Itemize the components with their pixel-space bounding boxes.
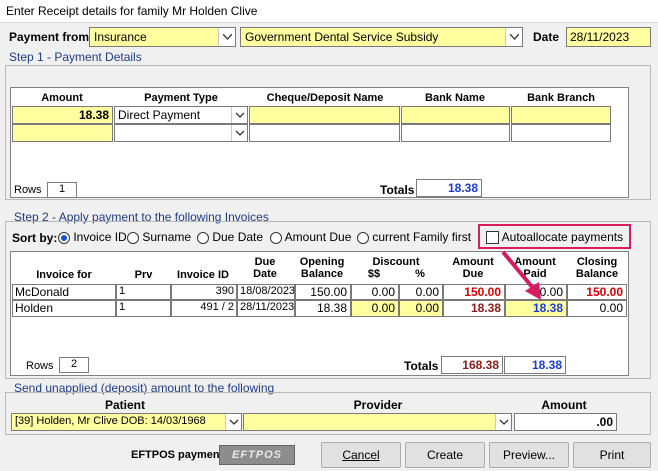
provider-select[interactable]: [243, 413, 512, 431]
closing-cell: 150.00: [567, 284, 627, 300]
payer-value: Government Dental Service Subsidy: [245, 30, 439, 44]
total-amount-due: 168.38: [441, 356, 503, 374]
col-discount: Discount: [372, 256, 420, 268]
cheque-name-cell[interactable]: [249, 106, 400, 124]
col-invoice-for: Invoice for: [36, 269, 92, 281]
step1-total: 18.38: [416, 179, 482, 197]
opening-cell: 18.38: [295, 300, 351, 317]
payment-type-value: Direct Payment: [118, 108, 201, 122]
col-bank-name: Bank Name: [425, 92, 485, 104]
pointer-arrow-icon: [501, 250, 541, 300]
cheque-name-cell[interactable]: [249, 124, 400, 142]
rows-label: Rows: [26, 360, 54, 372]
payment-type-select[interactable]: [114, 124, 248, 142]
date-label: Date: [533, 30, 560, 44]
cancel-button[interactable]: Cancel: [321, 442, 401, 468]
receipt-dialog: Payment from Insurance Government Dental…: [0, 22, 658, 471]
date-field[interactable]: 28/11/2023: [566, 27, 651, 47]
chevron-down-icon[interactable]: [231, 107, 247, 123]
chevron-down-icon[interactable]: [231, 125, 247, 141]
invoice-for-cell: Holden: [12, 300, 116, 317]
patient-value: [39] Holden, Mr Clive DOB: 14/03/1968: [15, 415, 206, 427]
preview-button[interactable]: Preview...: [489, 442, 569, 468]
autoallocate-checkbox[interactable]: Autoallocate payments: [486, 230, 623, 245]
amount-cell[interactable]: 18.38: [12, 106, 113, 124]
invoice-for-cell: McDonald: [12, 284, 116, 300]
discount-dollars-cell[interactable]: 0.00: [351, 300, 399, 317]
deposit-amount-field[interactable]: .00: [514, 413, 617, 431]
opening-cell: 150.00: [295, 284, 351, 300]
closing-cell: 0.00: [567, 300, 627, 317]
print-button[interactable]: Print: [573, 442, 651, 468]
sort-by-label: Sort by:: [12, 231, 58, 245]
create-button[interactable]: Create: [405, 442, 485, 468]
sort-option-amount-due[interactable]: Amount Due: [270, 230, 351, 244]
sort-option-family-first[interactable]: current Family first: [357, 230, 471, 244]
chevron-down-icon[interactable]: [495, 414, 511, 430]
bank-branch-cell[interactable]: [511, 106, 611, 124]
patient-label: Patient: [104, 398, 145, 412]
col-cheque-name: Cheque/Deposit Name: [266, 92, 384, 104]
rows-count: 1: [47, 182, 77, 198]
total-amount-paid: 18.38: [504, 356, 566, 374]
sort-option-surname[interactable]: Surname: [127, 230, 191, 244]
window-title: Enter Receipt details for family Mr Hold…: [0, 0, 658, 22]
payment-from-value: Insurance: [94, 30, 147, 44]
col-prv: Prv: [134, 269, 153, 281]
col-discount-pct: %: [415, 268, 425, 280]
eftpos-label: EFTPOS payment: [131, 449, 224, 461]
chevron-down-icon[interactable]: [505, 28, 522, 46]
chevron-down-icon[interactable]: [218, 28, 235, 46]
radio-icon: [270, 231, 282, 244]
payment-from-label: Payment from: [9, 30, 90, 44]
payer-select[interactable]: Government Dental Service Subsidy: [240, 27, 523, 47]
due-date-cell: 28/11/2023: [237, 300, 295, 317]
radio-icon: [197, 231, 209, 244]
discount-pct-cell[interactable]: 0.00: [399, 284, 443, 300]
provider-label: Provider: [353, 398, 403, 412]
sort-option-invoice-id[interactable]: Invoice ID: [58, 230, 127, 244]
col-payment-type: Payment Type: [144, 92, 218, 104]
discount-pct-cell[interactable]: 0.00: [399, 300, 443, 317]
radio-icon: [58, 231, 70, 244]
col-due-date: Due Date: [253, 256, 277, 280]
eftpos-button[interactable]: EFTPOS: [219, 445, 295, 465]
col-discount-dollars: $$: [367, 268, 381, 280]
step1-title: Step 1 - Payment Details: [9, 50, 142, 64]
patient-select[interactable]: [39] Holden, Mr Clive DOB: 14/03/1968: [11, 413, 242, 431]
invoice-id-cell: 491 / 2: [171, 300, 237, 317]
col-opening-balance: Opening Balance: [299, 256, 345, 280]
discount-dollars-cell[interactable]: 0.00: [351, 284, 399, 300]
bank-name-cell[interactable]: [401, 106, 510, 124]
rows-count: 2: [59, 357, 89, 373]
totals-label: Totals: [380, 183, 415, 197]
amount-cell[interactable]: [12, 124, 113, 142]
amount-label: Amount: [541, 398, 587, 412]
radio-icon: [357, 231, 369, 244]
payment-from-select[interactable]: Insurance: [89, 27, 236, 47]
col-closing-balance: Closing Balance: [575, 256, 619, 280]
totals-label: Totals: [404, 359, 439, 373]
payment-type-select[interactable]: Direct Payment: [114, 106, 248, 124]
sort-option-due-date[interactable]: Due Date: [197, 230, 263, 244]
due-date-cell: 18/08/2023: [237, 284, 295, 300]
checkbox-icon: [486, 231, 499, 245]
prv-cell: 1: [116, 284, 171, 300]
prv-cell: 1: [116, 300, 171, 317]
bank-name-cell[interactable]: [401, 124, 510, 142]
chevron-down-icon[interactable]: [225, 414, 241, 430]
col-amount: Amount: [41, 92, 83, 104]
bank-branch-cell[interactable]: [511, 124, 611, 142]
radio-icon: [127, 231, 139, 244]
invoice-id-cell: 390: [171, 284, 237, 300]
rows-label: Rows: [14, 184, 42, 196]
col-bank-branch: Bank Branch: [527, 92, 595, 104]
col-invoice-id: Invoice ID: [177, 269, 229, 281]
